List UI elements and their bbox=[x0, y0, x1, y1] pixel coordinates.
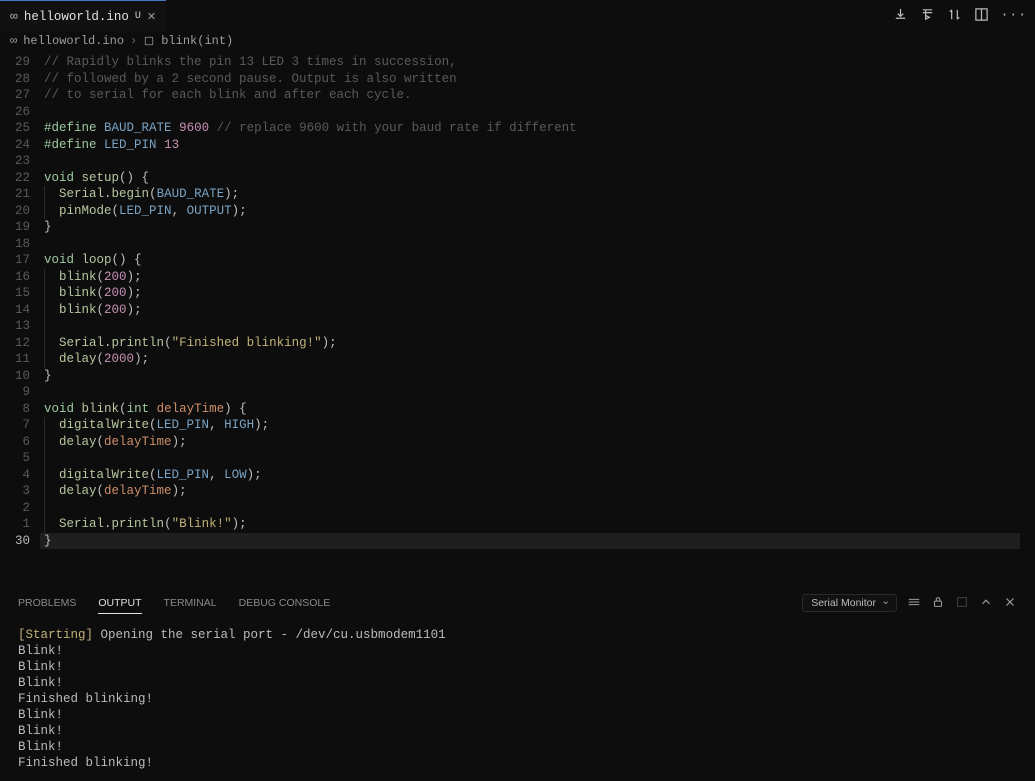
code-line[interactable]: delay(2000); bbox=[44, 351, 1020, 368]
arduino-file-icon: ∞ bbox=[10, 34, 17, 48]
tab-problems[interactable]: PROBLEMS bbox=[18, 597, 76, 609]
chevron-up-icon[interactable] bbox=[979, 595, 993, 612]
code-line[interactable]: void setup() { bbox=[44, 170, 1020, 187]
output-line: Blink! bbox=[18, 675, 1017, 691]
code-line[interactable]: delay(delayTime); bbox=[44, 434, 1020, 451]
code-line[interactable]: // followed by a 2 second pause. Output … bbox=[44, 71, 1020, 88]
tab-terminal[interactable]: TERMINAL bbox=[164, 597, 217, 609]
tab-modified-indicator: U bbox=[135, 11, 141, 22]
bottom-panel: PROBLEMS OUTPUT TERMINAL DEBUG CONSOLE S… bbox=[0, 589, 1035, 781]
tab-output[interactable]: OUTPUT bbox=[98, 597, 141, 614]
compare-icon[interactable] bbox=[947, 7, 962, 26]
code-line[interactable]: void blink(int delayTime) { bbox=[44, 401, 1020, 418]
code-line[interactable] bbox=[44, 236, 1020, 253]
code-line[interactable]: #define LED_PIN 13 bbox=[44, 137, 1020, 154]
clear-output-icon[interactable] bbox=[907, 595, 921, 612]
code-line[interactable]: Serial.println("Blink!"); bbox=[44, 516, 1020, 533]
open-file-icon[interactable] bbox=[955, 595, 969, 612]
titlebar-actions: ··· bbox=[893, 7, 1027, 26]
code-line[interactable]: blink(200); bbox=[44, 285, 1020, 302]
code-content[interactable]: // Rapidly blinks the pin 13 LED 3 times… bbox=[44, 54, 1020, 549]
arduino-upload-icon[interactable] bbox=[920, 7, 935, 26]
line-number-gutter: 2928272625242322212019181716151413121110… bbox=[0, 54, 44, 549]
output-line: Blink! bbox=[18, 723, 1017, 739]
chevron-right-icon: › bbox=[130, 34, 137, 48]
output-line: Blink! bbox=[18, 659, 1017, 675]
code-line[interactable]: void loop() { bbox=[44, 252, 1020, 269]
output-line: Finished blinking! bbox=[18, 755, 1017, 771]
breadcrumb-symbol[interactable]: blink(int) bbox=[161, 34, 233, 48]
output-channel-dropdown[interactable]: Serial Monitor bbox=[802, 594, 897, 612]
code-line[interactable]: // Rapidly blinks the pin 13 LED 3 times… bbox=[44, 54, 1020, 71]
code-line[interactable] bbox=[44, 500, 1020, 517]
close-icon[interactable]: ✕ bbox=[147, 10, 156, 24]
method-icon bbox=[143, 35, 155, 47]
output-line: Blink! bbox=[18, 739, 1017, 755]
tab-bar: ∞ helloworld.ino U ✕ ··· bbox=[0, 0, 1035, 32]
arduino-file-icon: ∞ bbox=[10, 9, 18, 24]
output-line: Blink! bbox=[18, 643, 1017, 659]
code-line[interactable]: } bbox=[44, 368, 1020, 385]
panel-tabs: PROBLEMS OUTPUT TERMINAL DEBUG CONSOLE S… bbox=[0, 589, 1035, 617]
split-editor-icon[interactable] bbox=[974, 7, 989, 26]
code-line[interactable]: digitalWrite(LED_PIN, HIGH); bbox=[44, 417, 1020, 434]
code-line[interactable]: digitalWrite(LED_PIN, LOW); bbox=[44, 467, 1020, 484]
tab-helloworld[interactable]: ∞ helloworld.ino U ✕ bbox=[0, 0, 166, 32]
code-line[interactable]: pinMode(LED_PIN, OUTPUT); bbox=[44, 203, 1020, 220]
close-panel-icon[interactable] bbox=[1003, 595, 1017, 612]
breadcrumb-file[interactable]: helloworld.ino bbox=[23, 34, 124, 48]
breadcrumb[interactable]: ∞ helloworld.ino › blink(int) bbox=[0, 32, 1035, 54]
code-line[interactable] bbox=[44, 104, 1020, 121]
code-line[interactable]: } bbox=[40, 533, 1020, 550]
tabs-container: ∞ helloworld.ino U ✕ bbox=[0, 0, 166, 32]
code-line[interactable]: blink(200); bbox=[44, 302, 1020, 319]
code-line[interactable] bbox=[44, 318, 1020, 335]
code-line[interactable] bbox=[44, 384, 1020, 401]
code-editor[interactable]: 2928272625242322212019181716151413121110… bbox=[0, 54, 1035, 589]
code-line[interactable]: } bbox=[44, 219, 1020, 236]
code-line[interactable]: blink(200); bbox=[44, 269, 1020, 286]
lock-scroll-icon[interactable] bbox=[931, 595, 945, 612]
output-line: Finished blinking! bbox=[18, 691, 1017, 707]
code-line[interactable]: #define BAUD_RATE 9600 // replace 9600 w… bbox=[44, 120, 1020, 137]
code-line[interactable]: // to serial for each blink and after ea… bbox=[44, 87, 1020, 104]
output-content[interactable]: [Starting] Opening the serial port - /de… bbox=[0, 617, 1035, 781]
panel-actions: Serial Monitor bbox=[802, 594, 1017, 612]
code-line[interactable]: Serial.println("Finished blinking!"); bbox=[44, 335, 1020, 352]
output-line: Blink! bbox=[18, 707, 1017, 723]
tab-filename: helloworld.ino bbox=[24, 10, 129, 24]
code-line[interactable] bbox=[44, 450, 1020, 467]
code-line[interactable]: Serial.begin(BAUD_RATE); bbox=[44, 186, 1020, 203]
tab-debug-console[interactable]: DEBUG CONSOLE bbox=[239, 597, 331, 609]
arduino-verify-icon[interactable] bbox=[893, 7, 908, 26]
code-line[interactable] bbox=[44, 153, 1020, 170]
more-actions-icon[interactable]: ··· bbox=[1001, 7, 1027, 26]
code-line[interactable]: delay(delayTime); bbox=[44, 483, 1020, 500]
